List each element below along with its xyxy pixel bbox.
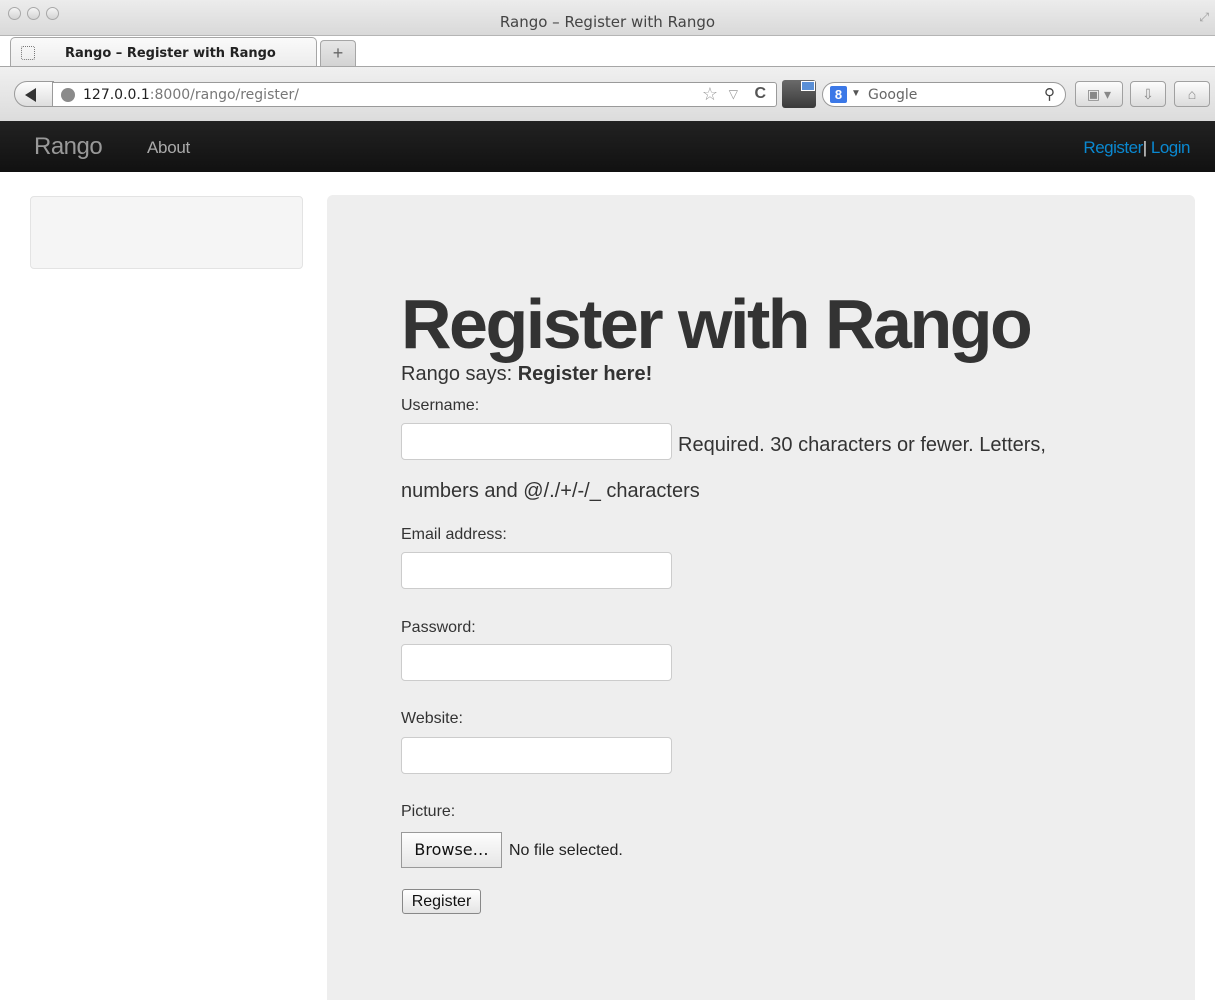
new-tab-button[interactable]: + bbox=[320, 40, 356, 66]
bookmarks-menu-button[interactable]: ▣ ▾ bbox=[1075, 81, 1123, 107]
back-arrow-icon bbox=[25, 88, 36, 102]
window-title: Rango – Register with Rango bbox=[499, 13, 716, 31]
page-favicon-icon bbox=[21, 46, 35, 60]
search-bar[interactable]: 8 ▼ Google ⚲ bbox=[822, 82, 1066, 107]
window-titlebar: Rango – Register with Rango ⤢ bbox=[0, 0, 1215, 36]
says-prefix: Rango says: bbox=[401, 363, 518, 385]
username-help-text-line1: Required. 30 characters or fewer. Letter… bbox=[678, 434, 1046, 456]
nav-register-link[interactable]: Register bbox=[1083, 138, 1143, 157]
url-host: 127.0.0.1 bbox=[83, 87, 150, 103]
website-input[interactable] bbox=[401, 737, 672, 774]
sidebar-well bbox=[30, 196, 303, 269]
reload-icon[interactable]: C bbox=[754, 85, 766, 103]
globe-icon bbox=[61, 88, 75, 102]
page-title: Register with Rango bbox=[401, 285, 1033, 363]
website-label: Website: bbox=[401, 710, 463, 727]
username-label: Username: bbox=[401, 397, 480, 414]
browser-toolbar: 127.0.0.1:8000/rango/register/ ☆ ▽ C 8 ▼… bbox=[0, 66, 1215, 121]
address-bar[interactable]: 127.0.0.1:8000/rango/register/ ☆ ▽ C bbox=[52, 82, 777, 107]
browse-file-button[interactable]: Browse… bbox=[401, 832, 502, 868]
nav-account-links: Register| Login bbox=[1083, 138, 1190, 158]
browser-tab[interactable]: Rango – Register with Rango bbox=[10, 37, 317, 67]
bookmark-star-icon[interactable]: ☆ bbox=[702, 84, 718, 105]
home-icon: ⌂ bbox=[1187, 86, 1197, 102]
url-path: :8000/rango/register/ bbox=[149, 87, 299, 103]
magnifier-icon[interactable]: ⚲ bbox=[1044, 85, 1055, 103]
search-engine-icon[interactable]: 8 bbox=[830, 86, 847, 103]
extension-mail-icon[interactable] bbox=[782, 80, 816, 108]
bookmarks-icon: ▣ ▾ bbox=[1086, 86, 1112, 102]
back-button[interactable] bbox=[14, 81, 54, 107]
nav-separator: | bbox=[1142, 138, 1147, 157]
username-input[interactable] bbox=[401, 423, 672, 460]
site-navbar: Rango About Register| Login bbox=[0, 121, 1215, 172]
password-input[interactable] bbox=[401, 644, 672, 681]
url-text[interactable]: 127.0.0.1:8000/rango/register/ bbox=[83, 87, 299, 103]
download-arrow-icon: ⇩ bbox=[1142, 86, 1154, 102]
envelope-icon bbox=[801, 81, 815, 91]
username-help-text-line2: numbers and @/./+/-/_ characters bbox=[401, 480, 700, 502]
rango-says-text: Rango says: Register here! bbox=[401, 363, 652, 386]
says-message: Register here! bbox=[517, 363, 653, 385]
search-engine-dropdown-icon[interactable]: ▼ bbox=[851, 88, 861, 99]
fullscreen-icon[interactable]: ⤢ bbox=[1199, 10, 1209, 25]
url-history-dropdown-icon[interactable]: ▽ bbox=[729, 87, 738, 101]
picture-label: Picture: bbox=[401, 803, 456, 820]
nav-login-link[interactable]: Login bbox=[1151, 138, 1191, 157]
password-label: Password: bbox=[401, 619, 476, 636]
downloads-button[interactable]: ⇩ bbox=[1130, 81, 1166, 107]
search-input[interactable]: Google bbox=[868, 87, 917, 103]
register-submit-button[interactable]: Register bbox=[402, 889, 481, 914]
email-label: Email address: bbox=[401, 526, 507, 543]
email-input[interactable] bbox=[401, 552, 672, 589]
home-button[interactable]: ⌂ bbox=[1174, 81, 1210, 107]
nav-about-link[interactable]: About bbox=[147, 138, 190, 158]
no-file-selected-text: No file selected. bbox=[509, 842, 623, 859]
brand-link[interactable]: Rango bbox=[34, 133, 103, 161]
tab-title: Rango – Register with Rango bbox=[65, 46, 276, 61]
